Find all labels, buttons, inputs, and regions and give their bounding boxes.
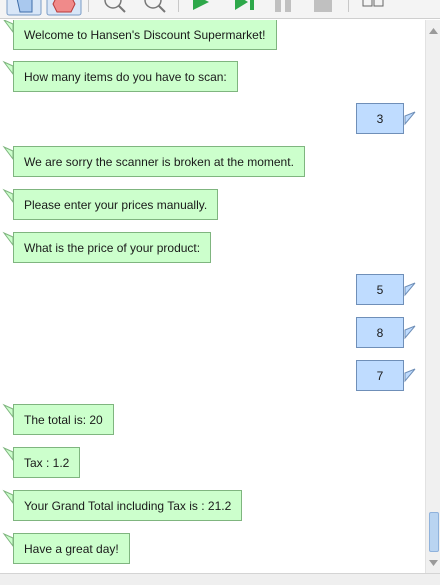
toolbar-separator [178, 0, 179, 12]
play-icon[interactable] [190, 0, 212, 16]
horizontal-scrollbar[interactable] [0, 573, 440, 585]
scroll-up-arrow-icon[interactable] [426, 24, 440, 39]
stop-icon[interactable] [46, 0, 82, 16]
bot-message-text: Welcome to Hansen's Discount Supermarket… [13, 20, 277, 50]
bot-message-text: Tax : 1.2 [13, 447, 81, 478]
bubble-tail [404, 282, 416, 297]
bot-message-text: We are sorry the scanner is broken at th… [13, 146, 305, 177]
zoom-in-icon[interactable] [100, 0, 128, 16]
bubble-tail [404, 368, 416, 383]
bot-message-text: The total is: 20 [13, 404, 114, 435]
stop-square-icon[interactable] [312, 0, 336, 16]
layout-icon[interactable] [360, 0, 388, 16]
bot-message-text: What is the price of your product: [13, 232, 212, 263]
user-message-text: 5 [356, 274, 404, 305]
toolbar [0, 0, 440, 19]
toolbar-separator [88, 0, 89, 12]
scroll-down-arrow-icon[interactable] [426, 555, 440, 570]
bot-message-text: Have a great day! [13, 533, 130, 564]
step-icon[interactable] [232, 0, 260, 16]
toolbar-separator [348, 0, 349, 12]
bubble-tail [404, 111, 416, 126]
pause-icon[interactable] [272, 0, 296, 16]
bot-message-text: Please enter your prices manually. [13, 189, 219, 220]
user-message-text: 3 [356, 103, 404, 134]
user-message-text: 7 [356, 360, 404, 391]
vertical-scrollbar[interactable] [425, 20, 440, 573]
bot-message-text: How many items do you have to scan: [13, 61, 238, 92]
zoom-out-icon[interactable] [140, 0, 168, 16]
user-message-text: 8 [356, 317, 404, 348]
bubble-tail [404, 325, 416, 340]
bot-message-text: Your Grand Total including Tax is : 21.2 [13, 490, 243, 521]
scrollbar-thumb[interactable] [429, 512, 439, 552]
chat-transcript[interactable]: Welcome to Hansen's Discount Supermarket… [0, 20, 425, 573]
pointer-icon[interactable] [6, 0, 42, 16]
